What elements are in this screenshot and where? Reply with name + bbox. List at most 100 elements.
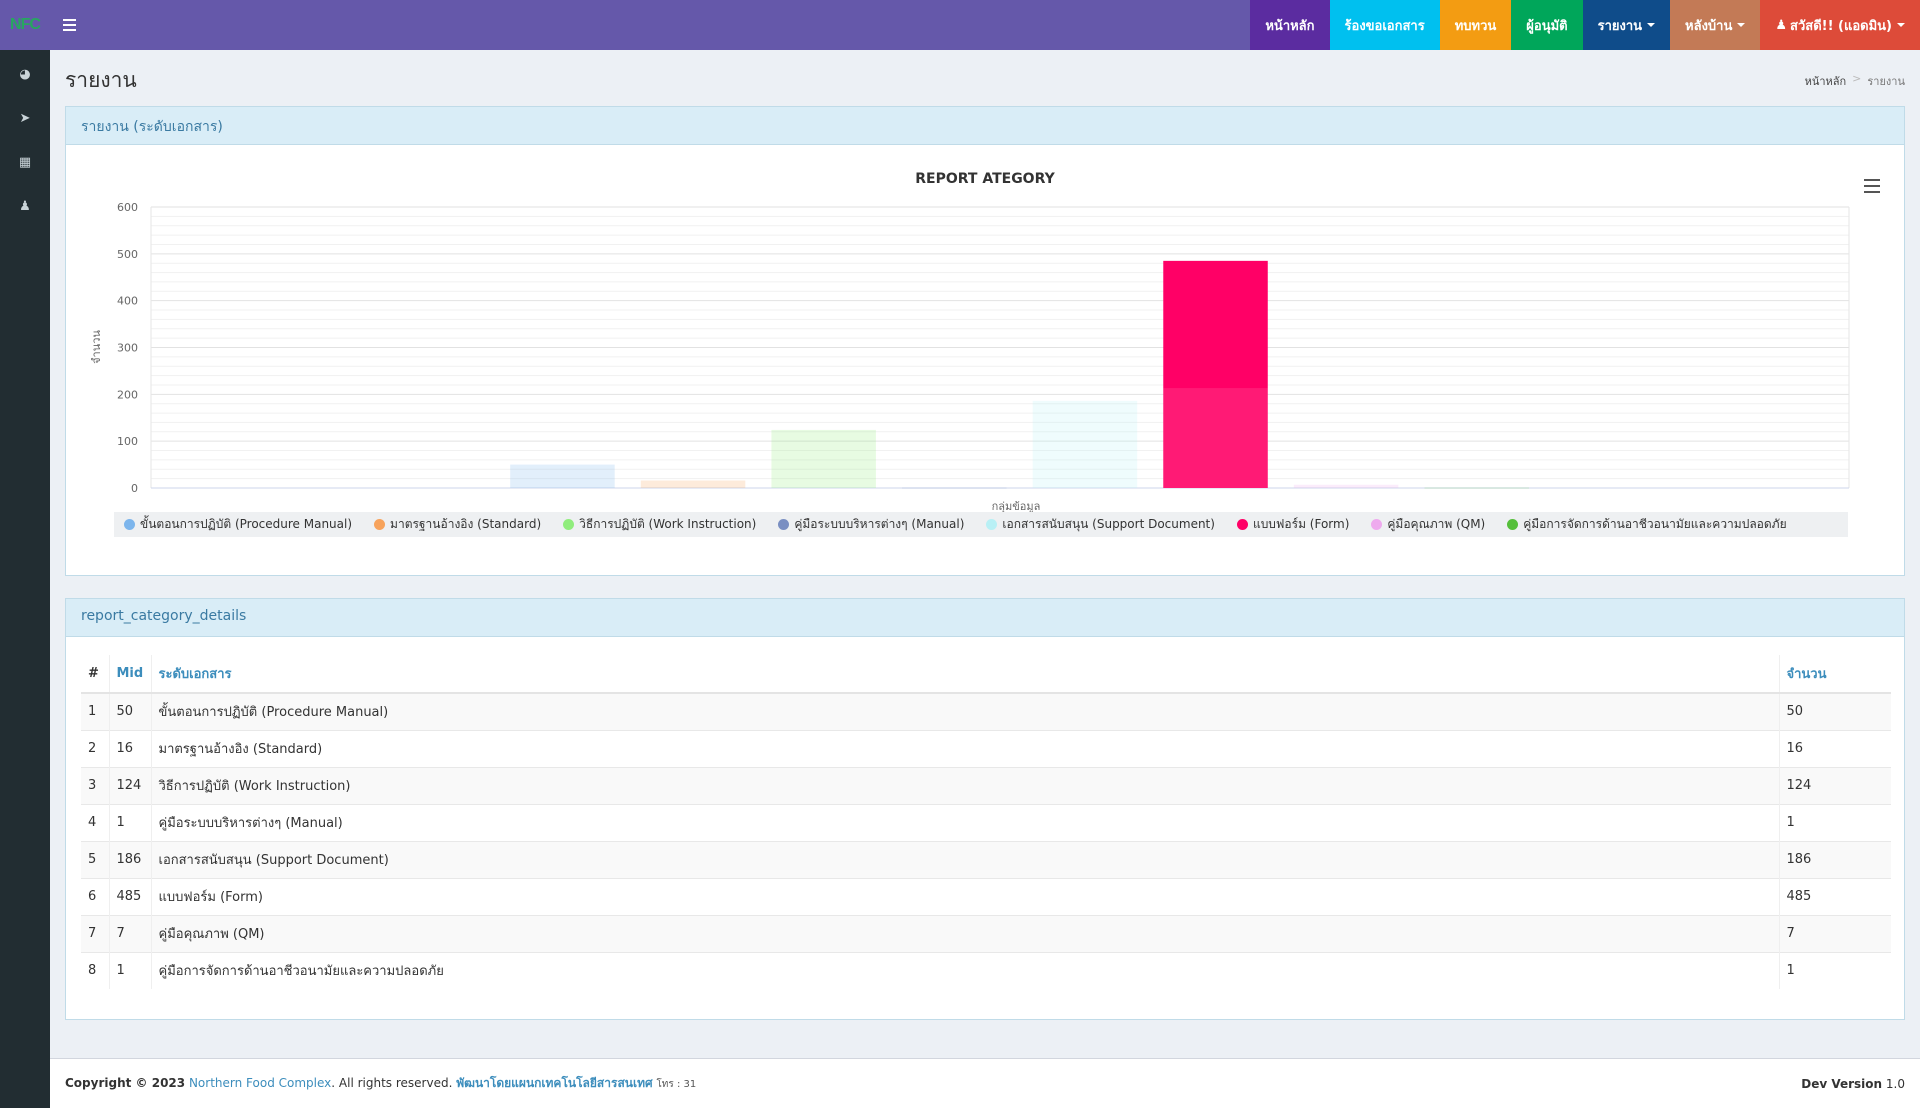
nav-item-label: รายงาน xyxy=(1597,18,1643,34)
legend-marker xyxy=(1236,519,1248,530)
logo-text: NFC xyxy=(10,16,41,33)
top-navbar: NFC หน้าหลัก ร้องขอเอกสาร ทบทวน ผู้อนุมัติ ร… xyxy=(0,0,1920,50)
cell-no: 7 xyxy=(81,914,109,952)
phone-text: โทร : 31 xyxy=(656,1079,697,1090)
legend-item[interactable]: เอกสารสนับสนุน (Support Document) xyxy=(986,515,1215,534)
nav-item-label: ทบทวน xyxy=(1454,18,1497,34)
cell-count: 186 xyxy=(1778,840,1891,878)
footer-right: Dev Version 1.0 xyxy=(1801,1077,1905,1091)
table-row: 8 1 คู่มือการจัดการด้านอาชีวอนามัยและความป… xyxy=(81,951,1891,989)
cell-level: ขั้นตอนการปฏิบัติ (Procedure Manual) xyxy=(150,692,1779,730)
nav-item-label: หน้าหลัก xyxy=(1265,18,1315,34)
cell-mid: 50 xyxy=(108,692,151,730)
cell-no: 6 xyxy=(81,877,109,915)
nav-item-label: ผู้อนุมัติ xyxy=(1526,18,1568,34)
table-row: 2 16 มาตรฐานอ้างอิง (Standard) 16 xyxy=(81,729,1891,767)
legend-item[interactable]: คู่มือระบบบริหารต่างๆ (Manual) xyxy=(778,515,964,534)
cell-level: วิธีการปฏิบัติ (Work Instruction) xyxy=(150,766,1779,804)
header-no: # xyxy=(81,655,109,694)
table-row: 7 7 คู่มือคุณภาพ (QM) 7 xyxy=(81,914,1891,952)
y-tick-label: 0 xyxy=(131,482,138,495)
legend-item[interactable]: ขั้นตอนการปฏิบัติ (Procedure Manual) xyxy=(124,515,352,534)
user-icon: ♟ xyxy=(1775,17,1788,33)
user-icon[interactable]: ♟ xyxy=(15,196,35,216)
cell-mid: 16 xyxy=(108,729,151,767)
table-row: 5 186 เอกสารสนับสนุน (Support Document) 186 xyxy=(81,840,1891,878)
nav-item-1[interactable]: ร้องขอเอกสาร xyxy=(1329,0,1440,50)
y-tick-label: 600 xyxy=(117,201,138,214)
company-link[interactable]: Northern Food Complex xyxy=(189,1076,331,1090)
cell-level: คู่มือระบบบริหารต่างๆ (Manual) xyxy=(150,803,1779,841)
legend-item[interactable]: แบบฟอร์ม (Form) xyxy=(1236,515,1350,534)
y-tick-label: 500 xyxy=(117,248,138,261)
cell-no: 4 xyxy=(81,803,109,841)
legend-label: คู่มือระบบบริหารต่างๆ (Manual) xyxy=(794,517,965,531)
report-chart-box: รายงาน (ระดับเอกสาร) 0 100 200 300 400 500 600… xyxy=(65,106,1905,576)
cell-mid: 124 xyxy=(108,766,151,804)
nav-item-label: หลังบ้าน xyxy=(1685,18,1733,34)
breadcrumb-current: รายงาน xyxy=(1867,75,1905,88)
legend-label: เอกสารสนับสนุน (Support Document) xyxy=(1002,517,1215,531)
legend-marker xyxy=(986,519,998,530)
legend-marker xyxy=(778,519,790,530)
cell-mid: 186 xyxy=(108,840,151,878)
table-row: 6 485 แบบฟอร์ม (Form) 485 xyxy=(81,877,1891,915)
copyright-text: Copyright © 2023 xyxy=(65,1076,186,1090)
caret-down-icon xyxy=(1737,23,1746,27)
cell-no: 8 xyxy=(81,951,109,989)
y-tick-label: 300 xyxy=(117,342,138,355)
footer: Copyright © 2023 Northern Food Complex. … xyxy=(50,1058,1920,1108)
details-box: report_category_details # Mid ระดับเอกสา… xyxy=(65,598,1905,1020)
table-header-row: # Mid ระดับเอกสาร จำนวน xyxy=(81,655,1891,694)
legend-label: คู่มือการจัดการด้านอาชีวอนามัยและความปลอ… xyxy=(1523,517,1787,531)
cell-level: คู่มือคุณภาพ (QM) xyxy=(150,914,1779,952)
legend-marker xyxy=(124,519,135,530)
sidebar-toggle-icon[interactable] xyxy=(56,12,82,38)
table-row: 1 50 ขั้นตอนการปฏิบัติ (Procedure Manual) 5… xyxy=(81,692,1891,730)
dashboard-icon[interactable]: ◕ xyxy=(15,64,35,84)
nav-item-0[interactable]: หน้าหลัก xyxy=(1250,0,1330,50)
legend-item[interactable]: มาตรฐานอ้างอิง (Standard) xyxy=(374,515,541,534)
calendar-icon[interactable]: ▦ xyxy=(15,152,35,172)
nav-item-2[interactable]: ทบทวน xyxy=(1439,0,1512,50)
table-row: 3 124 วิธีการปฏิบัติ (Work Instruction) 124 xyxy=(81,766,1891,804)
legend-item[interactable]: คู่มือคุณภาพ (QM) xyxy=(1371,515,1485,534)
chart-bar xyxy=(1293,484,1399,488)
breadcrumb: หน้าหลัก > รายงาน xyxy=(1805,72,1905,90)
chart-area: 0 100 200 300 400 500 600 REPORT ATEGORY กลุ่มข้… xyxy=(66,145,1904,575)
developer-link[interactable]: พัฒนาโดยแผนกเทคโนโลยีสารสนเทศ xyxy=(456,1076,652,1090)
breadcrumb-separator: > xyxy=(1852,72,1862,85)
legend-label: ขั้นตอนการปฏิบัติ (Procedure Manual) xyxy=(140,517,353,531)
paper-plane-icon[interactable]: ➤ xyxy=(15,108,35,128)
header-mid[interactable]: Mid xyxy=(108,655,151,694)
legend-marker xyxy=(563,519,575,530)
logo[interactable]: NFC xyxy=(0,0,50,50)
details-box-title: report_category_details xyxy=(66,599,1904,637)
legend-item[interactable]: คู่มือการจัดการด้านอาชีวอนามัยและความปลอ… xyxy=(1507,515,1787,534)
cell-mid: 1 xyxy=(108,803,151,841)
nav-item-5[interactable]: หลังบ้าน xyxy=(1670,0,1761,50)
nav-item-6[interactable]: ♟ สวัสดี!! (แอดมิน) xyxy=(1760,0,1920,50)
nav-item-3[interactable]: ผู้อนุมัติ xyxy=(1511,0,1583,50)
footer-left: Copyright © 2023 Northern Food Complex. … xyxy=(65,1074,696,1093)
cell-count: 124 xyxy=(1778,766,1891,804)
breadcrumb-home[interactable]: หน้าหลัก xyxy=(1805,72,1847,90)
header-count[interactable]: จำนวน xyxy=(1778,655,1891,694)
legend-marker xyxy=(374,519,386,530)
chart-bar xyxy=(771,429,876,488)
nav-item-4[interactable]: รายงาน xyxy=(1582,0,1671,50)
legend-label: แบบฟอร์ม (Form) xyxy=(1252,517,1350,531)
header-level[interactable]: ระดับเอกสาร xyxy=(150,655,1779,694)
nav-item-label: สวัสดี!! (แอดมิน) xyxy=(1790,18,1892,34)
cell-count: 50 xyxy=(1778,692,1891,730)
cell-mid: 1 xyxy=(108,951,151,989)
rights-text: . All rights reserved. xyxy=(331,1076,453,1090)
legend-marker xyxy=(1507,519,1519,530)
details-table: # Mid ระดับเอกสาร จำนวน 1 50 ขั้นตอนการปฏิ… xyxy=(81,655,1891,989)
cell-count: 16 xyxy=(1778,729,1891,767)
legend-item[interactable]: วิธีการปฏิบัติ (Work Instruction) xyxy=(563,515,756,534)
chart-menu-icon[interactable] xyxy=(1864,179,1880,193)
chart-bar xyxy=(640,480,746,488)
nav-item-label: ร้องขอเอกสาร xyxy=(1344,18,1425,34)
chart-bar xyxy=(510,464,615,488)
